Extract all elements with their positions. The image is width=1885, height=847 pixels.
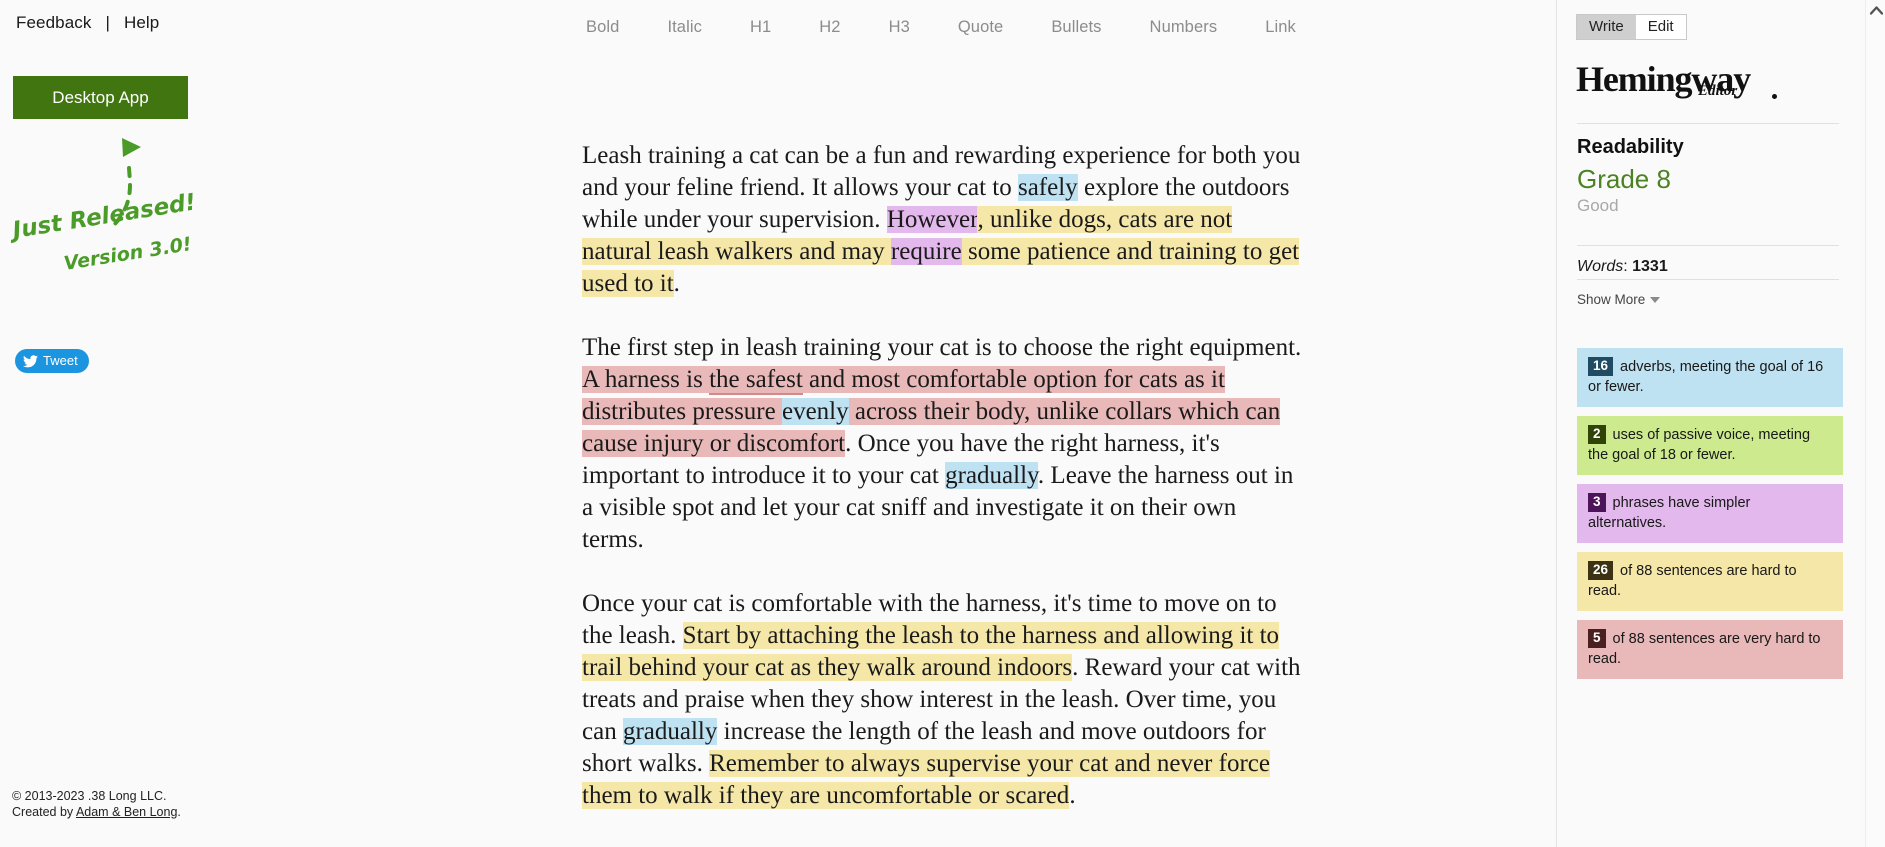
authors-link[interactable]: Adam & Ben Long: [76, 805, 177, 819]
toolbar-italic-icon[interactable]: Italic: [667, 18, 702, 37]
highlight-adverb: gradually: [622, 718, 718, 745]
highlight-veryhard-underline: the safest: [709, 366, 803, 395]
toolbar-heading2-icon[interactable]: H2: [819, 18, 840, 37]
stat-count-badge: 26: [1588, 561, 1614, 580]
tweet-button[interactable]: Tweet: [15, 349, 89, 373]
chevron-up-icon: [1869, 2, 1883, 20]
feedback-link[interactable]: Feedback: [16, 13, 91, 32]
toolbar-bullets-icon[interactable]: Bullets: [1051, 18, 1101, 37]
editor-paragraph[interactable]: The first step in leash training your ca…: [582, 332, 1302, 556]
write-edit-mode-toggle[interactable]: Write Edit: [1576, 14, 1687, 40]
word-count: Words: 1331: [1577, 258, 1668, 276]
toolbar-link-icon[interactable]: Link: [1265, 18, 1296, 37]
stat-card-hard-sentences[interactable]: 26 of 88 sentences are hard to read.: [1577, 552, 1843, 611]
readability-quality: Good: [1577, 196, 1619, 215]
top-left-nav: Feedback | Help: [16, 13, 159, 33]
twitter-bird-icon: [23, 354, 38, 368]
highlight-adverb: safely: [1017, 174, 1078, 201]
stat-description: of 88 sentences are very hard to read.: [1588, 631, 1821, 667]
formatting-toolbar: Bold Italic H1 H2 H3 Quote Bullets Numbers Link: [565, 0, 1540, 54]
highlight-adverb: gradually: [945, 462, 1038, 489]
stat-description: uses of passive voice, meeting the goal …: [1588, 427, 1811, 463]
stat-count-badge: 2: [1588, 425, 1606, 444]
chevron-down-icon: [1650, 296, 1661, 303]
footer-credit: © 2013-2023 .38 Long LLC. Created by Ada…: [12, 789, 202, 820]
just-released-promo-graphic: Just Released! Version 3.0!: [7, 130, 200, 280]
stat-count-badge: 3: [1588, 493, 1606, 512]
mode-tab-edit[interactable]: Edit: [1635, 15, 1686, 39]
highlight-veryhard: A harness is: [582, 366, 710, 393]
text-run: .: [1069, 782, 1076, 809]
nav-separator: |: [105, 13, 110, 32]
stat-card-adverbs[interactable]: 16 adverbs, meeting the goal of 16 or fe…: [1577, 348, 1843, 407]
left-sidebar: Feedback | Help Desktop App Just Released!…: [0, 0, 565, 847]
hemingway-editor-app: Feedback | Help Desktop App Just Released!…: [0, 0, 1885, 847]
brand-dot-icon: [1772, 94, 1777, 99]
stat-description: of 88 sentences are hard to read.: [1588, 563, 1797, 599]
toolbar-quote-icon[interactable]: Quote: [958, 18, 1003, 37]
divider-2: [1577, 245, 1839, 246]
stat-card-passive-voice[interactable]: 2 uses of passive voice, meeting the goa…: [1577, 416, 1843, 475]
toolbar-heading3-icon[interactable]: H3: [889, 18, 910, 37]
stat-count-badge: 5: [1588, 629, 1606, 648]
stat-card-very-hard-sentences[interactable]: 5 of 88 sentences are very hard to read.: [1577, 620, 1843, 679]
hemingway-logo: Hemingway Editor: [1576, 59, 1791, 102]
highlight-simpler: require: [890, 238, 962, 265]
help-link[interactable]: Help: [124, 13, 159, 32]
desktop-app-button[interactable]: Desktop App: [13, 76, 188, 119]
divider-1: [1577, 123, 1839, 124]
stat-card-simpler-alternatives[interactable]: 3 phrases have simpler alternatives.: [1577, 484, 1843, 543]
stat-count-badge: 16: [1588, 357, 1614, 376]
readability-heading: Readability: [1577, 136, 1684, 158]
editor-paragraph[interactable]: Leash training a cat can be a fun and re…: [582, 140, 1302, 300]
stat-description: phrases have simpler alternatives.: [1588, 495, 1751, 531]
stat-description: adverbs, meeting the goal of 16 or fewer…: [1588, 359, 1824, 395]
word-count-label: Words: [1577, 258, 1624, 275]
toolbar-numbers-icon[interactable]: Numbers: [1150, 18, 1218, 37]
scroll-up-button[interactable]: [1866, 0, 1885, 22]
toolbar-bold-icon[interactable]: Bold: [586, 18, 619, 37]
page-scrollbar[interactable]: [1865, 0, 1885, 847]
created-by-suffix: .: [177, 804, 181, 819]
editor-pane[interactable]: Leash training a cat can be a fun and re…: [565, 54, 1540, 847]
show-more-label: Show More: [1577, 292, 1646, 307]
highlight-simpler: However: [886, 206, 978, 233]
show-more-toggle[interactable]: Show More: [1577, 292, 1661, 307]
readability-grade: Grade 8: [1577, 164, 1671, 194]
editor-paragraph[interactable]: Once your cat is comfortable with the ha…: [582, 588, 1302, 812]
brand-name: Hemingway: [1576, 59, 1751, 99]
tweet-button-label: Tweet: [43, 353, 78, 368]
toolbar-heading1-icon[interactable]: H1: [750, 18, 771, 37]
stats-list: 16 adverbs, meeting the goal of 16 or fe…: [1577, 348, 1843, 688]
text-run: The first step in leash training your ca…: [582, 334, 1302, 361]
created-by-prefix: Created by: [12, 804, 76, 819]
text-run: .: [673, 270, 680, 297]
copyright-text: © 2013-2023 .38 Long LLC.: [12, 789, 167, 803]
word-count-separator: :: [1623, 258, 1633, 275]
mode-tab-write[interactable]: Write: [1577, 15, 1636, 39]
svg-text:Version 3.0!: Version 3.0!: [62, 233, 193, 275]
word-count-value: 1331: [1632, 258, 1668, 275]
divider-3: [1577, 279, 1839, 280]
highlight-adverb: evenly: [781, 398, 849, 425]
brand-subtitle: Editor: [1698, 83, 1738, 99]
svg-text:Just Released!: Just Released!: [10, 189, 198, 244]
editor-document[interactable]: Leash training a cat can be a fun and re…: [582, 140, 1302, 812]
